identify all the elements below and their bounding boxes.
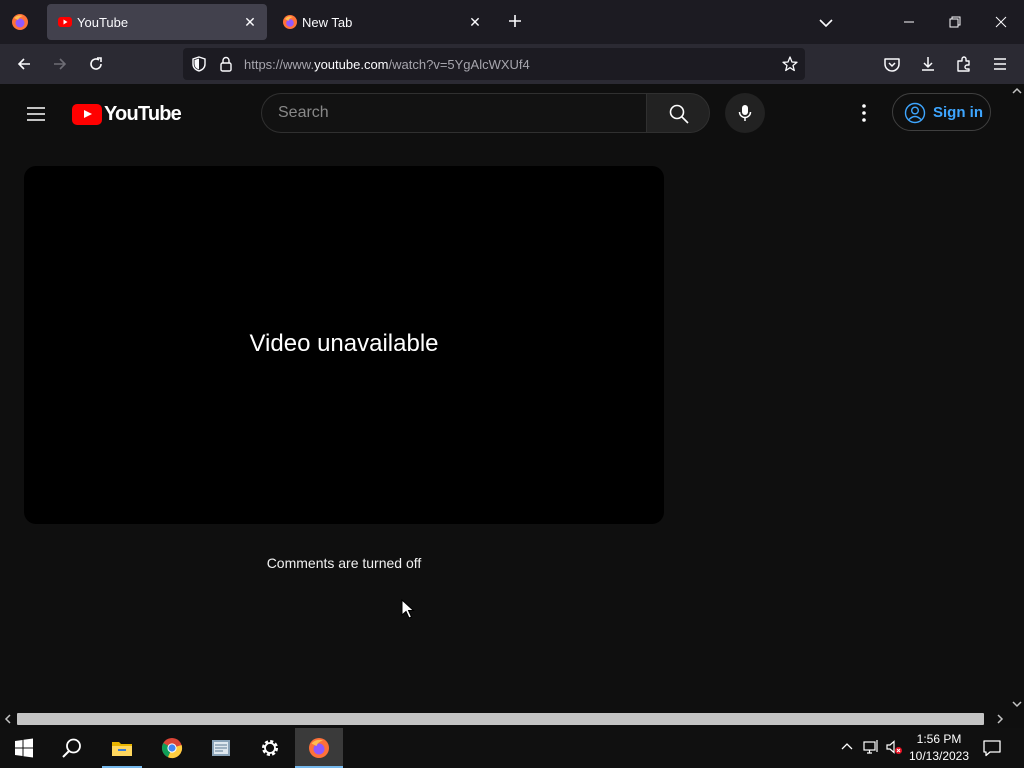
new-tab-icon[interactable] — [505, 11, 525, 31]
lock-icon[interactable] — [218, 55, 234, 73]
pocket-icon[interactable] — [882, 54, 902, 74]
file-explorer-icon — [112, 742, 132, 756]
tab-title: YouTube — [77, 15, 129, 30]
show-hidden-icons-icon[interactable] — [838, 738, 856, 756]
volume-muted-icon[interactable] — [885, 738, 903, 756]
minimize-icon[interactable] — [899, 12, 919, 32]
vertical-scrollbar[interactable] — [1010, 84, 1024, 711]
extensions-icon[interactable] — [954, 54, 974, 74]
documents-icon — [212, 740, 230, 756]
start-button[interactable] — [0, 728, 48, 768]
youtube-icon — [58, 17, 72, 27]
sign-in-label: Sign in — [933, 104, 983, 121]
horizontal-scrollbar-thumb[interactable] — [17, 713, 984, 725]
settings-icon — [262, 740, 278, 756]
youtube-masthead: YouTube Sign in — [0, 84, 1010, 142]
sign-in-button[interactable]: Sign in — [892, 93, 991, 131]
list-all-tabs-icon[interactable] — [816, 13, 836, 33]
address-bar[interactable]: https://www.youtube.com/watch?v=5YgAlcWX… — [183, 48, 805, 80]
back-icon[interactable] — [14, 54, 34, 74]
tab-strip: YouTube ✕ New Tab ✕ — [0, 0, 1024, 44]
network-icon[interactable] — [862, 738, 880, 756]
account-circle-icon — [904, 102, 926, 124]
taskbar-chrome[interactable] — [148, 728, 196, 768]
taskbar-firefox[interactable] — [295, 728, 343, 768]
clock-time: 1:56 PM — [916, 732, 962, 746]
taskbar-settings[interactable] — [246, 728, 294, 768]
close-window-icon[interactable] — [991, 12, 1011, 32]
firefox-icon — [283, 15, 297, 29]
microphone-icon — [738, 105, 752, 121]
url-text[interactable]: https://www.youtube.com/watch?v=5YgAlcWX… — [244, 57, 530, 72]
taskbar-documents-app[interactable] — [197, 728, 245, 768]
reload-icon[interactable] — [86, 54, 106, 74]
scroll-up-arrow-icon[interactable] — [1012, 87, 1022, 95]
system-clock[interactable]: 1:56 PM 10/13/2023 — [904, 731, 974, 765]
search-input[interactable] — [278, 94, 638, 132]
close-tab-icon[interactable]: ✕ — [241, 13, 259, 31]
clock-date: 10/13/2023 — [908, 749, 970, 763]
downloads-icon[interactable] — [918, 54, 938, 74]
start-icon — [15, 738, 33, 758]
scroll-left-arrow-icon[interactable] — [4, 714, 12, 724]
close-tab-icon[interactable]: ✕ — [466, 13, 484, 31]
youtube-logo[interactable]: YouTube — [72, 101, 182, 127]
search-button[interactable] — [646, 93, 710, 133]
bookmark-star-icon[interactable] — [781, 55, 799, 73]
tab-youtube[interactable]: YouTube ✕ — [47, 4, 267, 40]
mouse-cursor-icon — [401, 599, 415, 619]
tab-title: New Tab — [302, 15, 353, 30]
search-icon — [669, 104, 689, 124]
video-player[interactable]: Video unavailable — [24, 166, 664, 524]
taskbar-search-button[interactable] — [48, 728, 96, 768]
chrome-icon — [161, 738, 183, 759]
firefox-icon — [309, 738, 329, 758]
scroll-right-arrow-icon[interactable] — [996, 714, 1004, 724]
app-menu-icon[interactable] — [990, 54, 1010, 74]
search-box — [261, 93, 647, 133]
forward-icon[interactable] — [50, 54, 70, 74]
taskbar-file-explorer[interactable] — [98, 728, 146, 768]
navigation-toolbar: https://www.youtube.com/watch?v=5YgAlcWX… — [0, 44, 1024, 84]
firefox-view-icon[interactable] — [10, 12, 30, 32]
action-center-icon[interactable] — [982, 738, 1002, 758]
scroll-down-arrow-icon[interactable] — [1012, 700, 1022, 708]
comments-status: Comments are turned off — [266, 555, 422, 571]
guide-menu-icon[interactable] — [24, 102, 48, 126]
tab-new-tab[interactable]: New Tab ✕ — [272, 4, 492, 40]
settings-more-icon[interactable] — [852, 101, 876, 125]
horizontal-scrollbar[interactable] — [0, 711, 1024, 727]
youtube-wordmark: YouTube — [104, 102, 182, 125]
windows-taskbar: 1:56 PM 10/13/2023 — [0, 728, 1024, 768]
restore-icon[interactable] — [945, 12, 965, 32]
search-icon — [62, 738, 81, 758]
voice-search-button[interactable] — [725, 93, 765, 133]
tracking-protection-icon[interactable] — [190, 55, 208, 73]
player-error-message: Video unavailable — [249, 330, 439, 357]
youtube-play-icon — [72, 103, 102, 125]
